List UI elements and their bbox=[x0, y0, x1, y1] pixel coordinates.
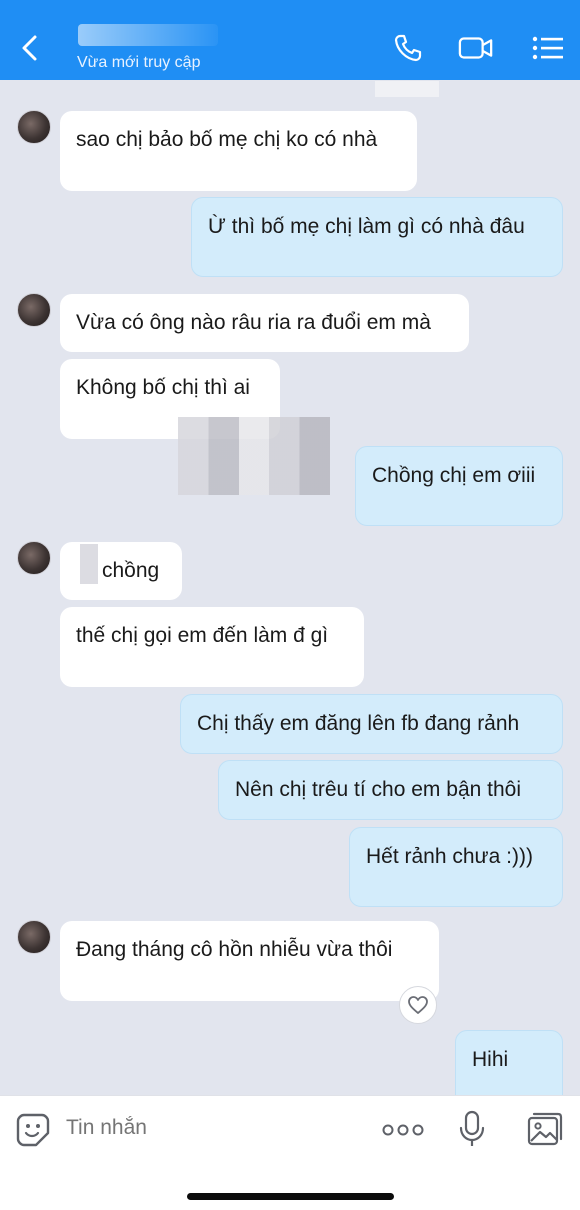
message-bubble-outgoing[interactable]: Nên chị trêu tí cho em bận thôi bbox=[218, 760, 563, 820]
message-bubble-incoming[interactable]: chồng bbox=[60, 542, 182, 600]
video-call-button[interactable] bbox=[458, 30, 494, 66]
message-text: Hết rảnh chưa :))) bbox=[366, 845, 533, 868]
avatar[interactable] bbox=[17, 541, 51, 575]
message-text: thế chị gọi em đến làm đ gì bbox=[76, 624, 329, 647]
chevron-left-icon bbox=[22, 35, 37, 61]
contact-name-redacted[interactable] bbox=[78, 24, 218, 46]
message-input[interactable] bbox=[66, 1116, 356, 1140]
message-bubble-incoming[interactable]: sao chị bảo bố mẹ chị ko có nhà bbox=[60, 111, 417, 191]
message-text: Nên chị trêu tí cho em bận thôi bbox=[235, 778, 521, 801]
react-button[interactable] bbox=[399, 986, 437, 1024]
chat-header: Vừa mới truy cập bbox=[0, 0, 580, 80]
more-options-button[interactable] bbox=[380, 1116, 426, 1144]
message-text: Chồng chị em ơiii bbox=[372, 464, 536, 487]
message-bubble-outgoing[interactable]: Ừ thì bố mẹ chị làm gì có nhà đâu bbox=[191, 197, 563, 277]
message-text: Vừa có ông nào râu ria ra đuổi em mà bbox=[76, 311, 431, 334]
message-text: Chị thấy em đăng lên fb đang rảnh bbox=[197, 712, 520, 735]
more-dots-icon bbox=[382, 1124, 424, 1136]
message-text: chồng bbox=[102, 559, 160, 582]
home-indicator[interactable] bbox=[187, 1193, 394, 1200]
message-text: Đang tháng cô hồn nhiễu vừa thôi bbox=[76, 938, 393, 961]
redacted-area bbox=[375, 81, 439, 97]
sticker-smile-icon bbox=[16, 1113, 50, 1147]
list-menu-icon bbox=[532, 36, 563, 60]
gallery-button[interactable] bbox=[527, 1112, 563, 1146]
message-bubble-incoming[interactable]: thế chị gọi em đến làm đ gì bbox=[60, 607, 364, 687]
avatar[interactable] bbox=[17, 110, 51, 144]
avatar[interactable] bbox=[17, 920, 51, 954]
message-bubble-outgoing[interactable]: Chị thấy em đăng lên fb đang rảnh bbox=[180, 694, 563, 754]
avatar[interactable] bbox=[17, 293, 51, 327]
voice-record-button[interactable] bbox=[458, 1110, 486, 1148]
back-button[interactable] bbox=[14, 30, 44, 66]
message-text: Hihi bbox=[472, 1048, 509, 1071]
message-text: sao chị bảo bố mẹ chị ko có nhà bbox=[76, 128, 378, 151]
heart-icon bbox=[408, 996, 428, 1014]
redacted-area bbox=[80, 544, 98, 584]
message-bubble-incoming[interactable]: Vừa có ông nào râu ria ra đuổi em mà bbox=[60, 294, 469, 352]
message-bubble-outgoing[interactable]: Chồng chị em ơiii bbox=[355, 446, 563, 526]
message-text: Không bố chị thì ai bbox=[76, 376, 250, 399]
message-bubble-outgoing[interactable]: Hết rảnh chưa :))) bbox=[349, 827, 563, 907]
call-button[interactable] bbox=[390, 30, 426, 66]
redacted-area bbox=[178, 417, 330, 495]
video-camera-icon bbox=[458, 37, 493, 59]
online-status: Vừa mới truy cập bbox=[77, 54, 201, 71]
image-gallery-icon bbox=[527, 1112, 563, 1146]
phone-icon bbox=[394, 34, 422, 62]
sticker-button[interactable] bbox=[15, 1112, 51, 1148]
options-menu-button[interactable] bbox=[530, 30, 566, 66]
microphone-icon bbox=[459, 1110, 485, 1146]
message-text: Ừ thì bố mẹ chị làm gì có nhà đâu bbox=[208, 215, 525, 238]
message-bubble-incoming[interactable]: Đang tháng cô hồn nhiễu vừa thôi bbox=[60, 921, 439, 1001]
